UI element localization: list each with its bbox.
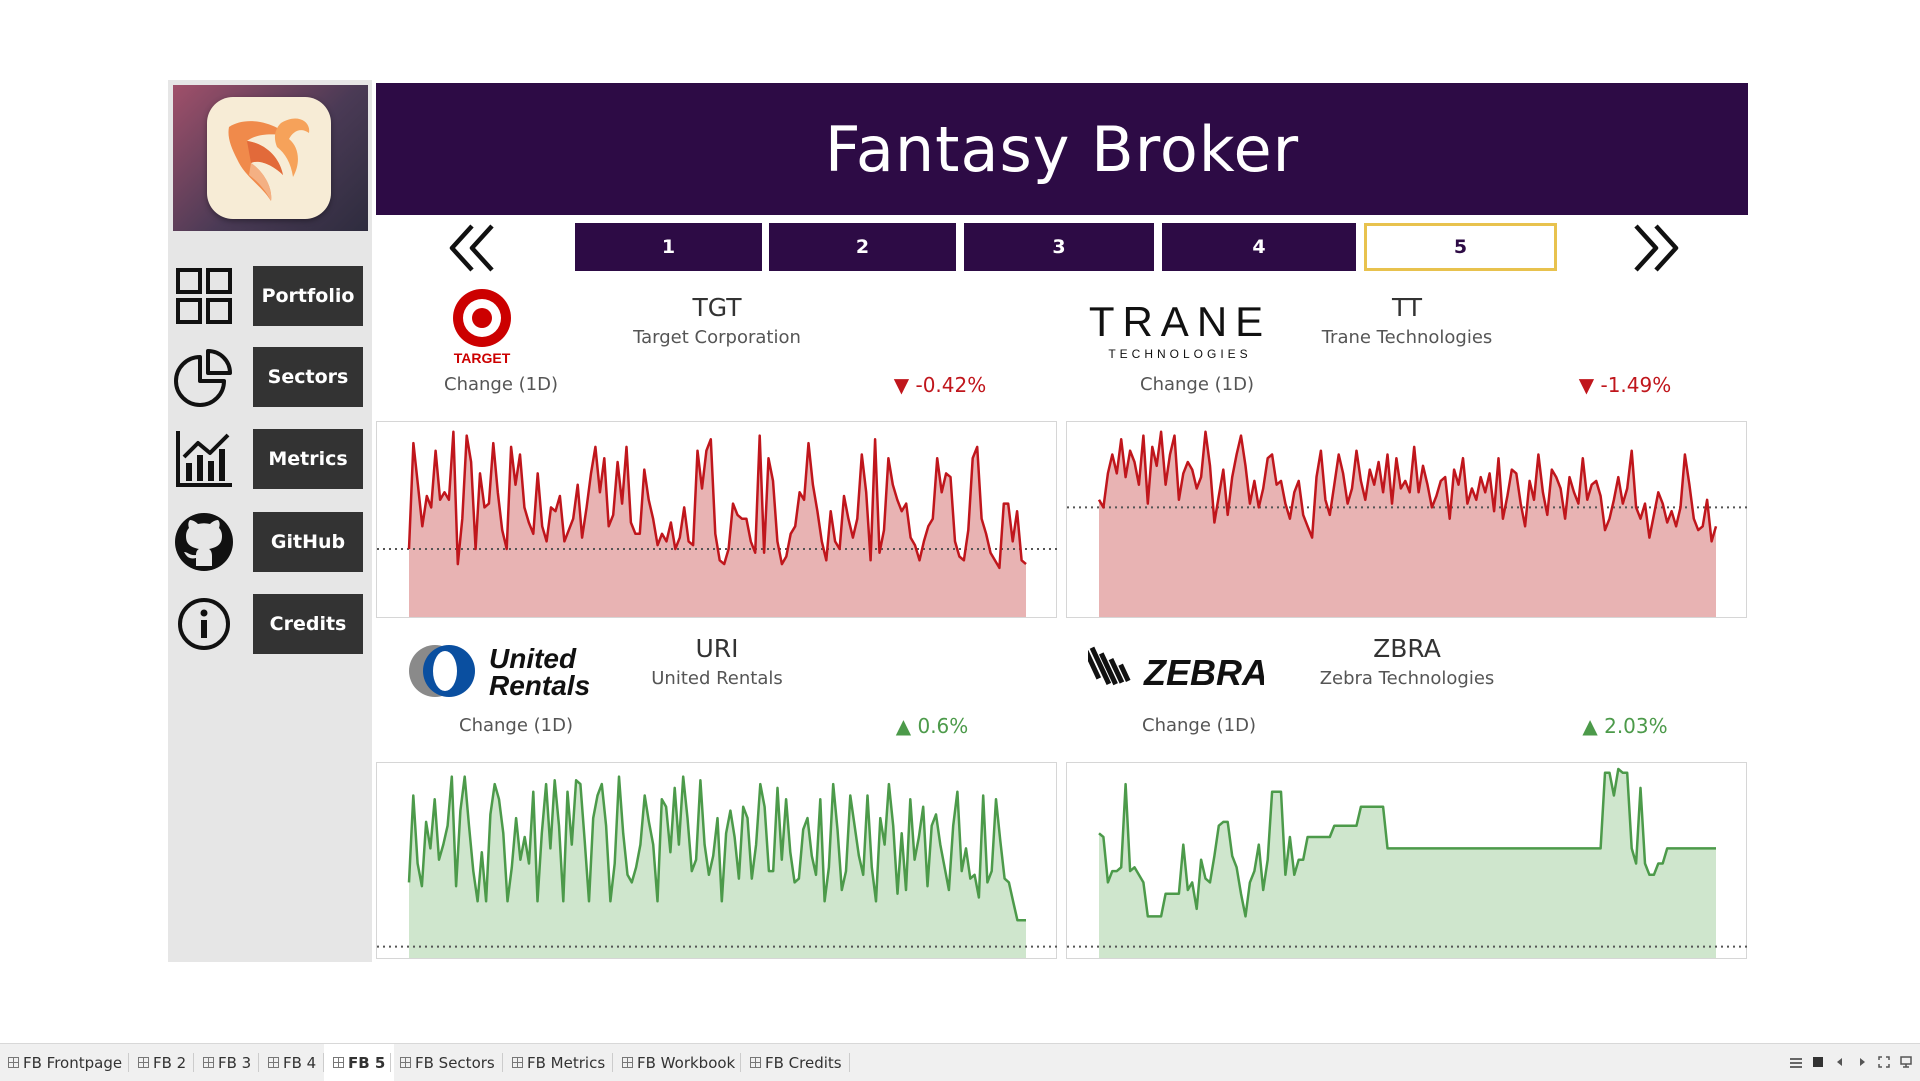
sheet-icon bbox=[622, 1057, 633, 1068]
nav-row-portfolio: Portfolio bbox=[168, 266, 372, 326]
nav-row-metrics: Metrics bbox=[168, 429, 372, 489]
metrics-button[interactable]: Metrics bbox=[253, 429, 363, 489]
chart-uri bbox=[376, 762, 1058, 959]
tab-fb-5[interactable]: FB 5 bbox=[324, 1044, 395, 1081]
down-arrow-icon: ▼ bbox=[893, 373, 910, 397]
change-value-tgt: ▼ -0.42% bbox=[893, 373, 987, 397]
ticker-zbra: ZBRA bbox=[1373, 634, 1441, 663]
sheet-tab-bar: FB Frontpage FB 2 FB 3 FB 4 FB 5 FB Sect… bbox=[0, 1043, 1920, 1081]
trane-logo: TRANE TECHNOLOGIES bbox=[1086, 298, 1274, 364]
zebra-logo: ZEBRA bbox=[1083, 642, 1268, 700]
tab-fb-3[interactable]: FB 3 bbox=[203, 1044, 251, 1081]
tab-fb-metrics[interactable]: FB Metrics bbox=[512, 1044, 605, 1081]
area-fill bbox=[409, 776, 1026, 958]
tab-fb-frontpage[interactable]: FB Frontpage bbox=[8, 1044, 122, 1081]
area-fill bbox=[1099, 431, 1716, 617]
credits-button[interactable]: Credits bbox=[253, 594, 363, 654]
sparkline-zbra bbox=[1067, 767, 1748, 958]
sheet-icon bbox=[8, 1057, 19, 1068]
sparkline-tt bbox=[1067, 430, 1748, 617]
company-uri: United Rentals bbox=[651, 668, 783, 689]
sheet-icon bbox=[400, 1057, 411, 1068]
app-logo bbox=[173, 85, 368, 231]
sheet-icon bbox=[750, 1057, 761, 1068]
up-arrow-icon: ▲ bbox=[895, 714, 912, 738]
status-icons bbox=[1790, 1056, 1912, 1068]
svg-text:ZEBRA: ZEBRA bbox=[1143, 652, 1264, 693]
target-logo: TARGET bbox=[448, 287, 516, 367]
info-icon[interactable] bbox=[174, 594, 234, 654]
sectors-button[interactable]: Sectors bbox=[253, 347, 363, 407]
sheet-icon bbox=[333, 1057, 344, 1068]
grid-icon[interactable] bbox=[174, 266, 234, 326]
sheet-icon bbox=[138, 1057, 149, 1068]
page-1-button[interactable]: 1 bbox=[575, 223, 762, 271]
area-fill bbox=[1099, 769, 1716, 958]
nav-row-sectors: Sectors bbox=[168, 347, 372, 407]
grid-view-icon[interactable] bbox=[1790, 1056, 1802, 1068]
company-tt: Trane Technologies bbox=[1321, 327, 1493, 348]
svg-text:TRANE: TRANE bbox=[1089, 300, 1271, 345]
sheet-icon bbox=[512, 1057, 523, 1068]
page-title: Fantasy Broker bbox=[824, 112, 1300, 186]
chart-tt bbox=[1066, 421, 1748, 618]
change-value-tt: ▼ -1.49% bbox=[1578, 373, 1672, 397]
nav-row-github: GitHub bbox=[168, 512, 372, 572]
down-arrow-icon: ▼ bbox=[1578, 373, 1595, 397]
header-banner: Fantasy Broker bbox=[376, 83, 1748, 215]
sidebar: Portfolio Sectors Metrics GitHub Credits bbox=[168, 80, 372, 962]
change-label-tt: Change (1D) bbox=[1140, 374, 1254, 395]
ticker-tgt: TGT bbox=[692, 293, 742, 322]
page-2-button[interactable]: 2 bbox=[769, 223, 956, 271]
fullscreen-icon[interactable] bbox=[1878, 1056, 1890, 1068]
tab-fb-workbook[interactable]: FB Workbook bbox=[622, 1044, 735, 1081]
change-value-uri: ▲ 0.6% bbox=[895, 714, 969, 738]
page-3-button[interactable]: 3 bbox=[964, 223, 1154, 271]
sparkline-uri bbox=[377, 775, 1058, 958]
stop-icon[interactable] bbox=[1812, 1056, 1824, 1068]
sheet-icon bbox=[203, 1057, 214, 1068]
tab-fb-credits[interactable]: FB Credits bbox=[750, 1044, 842, 1081]
company-tgt: Target Corporation bbox=[633, 327, 801, 348]
app-logo-tile bbox=[207, 97, 331, 219]
chart-tgt bbox=[376, 421, 1058, 618]
next-icon[interactable] bbox=[1856, 1056, 1868, 1068]
github-button[interactable]: GitHub bbox=[253, 512, 363, 572]
tab-fb-sectors[interactable]: FB Sectors bbox=[400, 1044, 495, 1081]
pie-chart-icon[interactable] bbox=[174, 347, 234, 407]
double-chevron-left-icon[interactable] bbox=[444, 222, 500, 274]
chart-zbra bbox=[1066, 762, 1748, 959]
present-icon[interactable] bbox=[1900, 1056, 1912, 1068]
ticker-tt: TT bbox=[1391, 293, 1423, 322]
tab-fb-4[interactable]: FB 4 bbox=[268, 1044, 316, 1081]
svg-text:TARGET: TARGET bbox=[454, 350, 511, 366]
page-4-button[interactable]: 4 bbox=[1162, 223, 1356, 271]
page-5-button[interactable]: 5 bbox=[1364, 223, 1557, 271]
tab-fb-2[interactable]: FB 2 bbox=[138, 1044, 186, 1081]
prev-icon[interactable] bbox=[1834, 1056, 1846, 1068]
feather-logo-icon bbox=[228, 118, 310, 201]
company-zbra: Zebra Technologies bbox=[1319, 668, 1495, 689]
change-label-tgt: Change (1D) bbox=[444, 374, 558, 395]
bar-chart-icon[interactable] bbox=[174, 429, 234, 489]
change-value-zbra: ▲ 2.03% bbox=[1582, 714, 1668, 738]
double-chevron-right-icon[interactable] bbox=[1628, 222, 1684, 274]
change-label-uri: Change (1D) bbox=[459, 715, 573, 736]
portfolio-button[interactable]: Portfolio bbox=[253, 266, 363, 326]
change-label-zbra: Change (1D) bbox=[1142, 715, 1256, 736]
sparkline-tgt bbox=[377, 430, 1058, 617]
nav-row-credits: Credits bbox=[168, 594, 372, 654]
github-icon[interactable] bbox=[174, 512, 234, 572]
sheet-icon bbox=[268, 1057, 279, 1068]
up-arrow-icon: ▲ bbox=[1582, 714, 1598, 738]
svg-text:TECHNOLOGIES: TECHNOLOGIES bbox=[1108, 347, 1251, 361]
ticker-uri: URI bbox=[695, 634, 739, 663]
